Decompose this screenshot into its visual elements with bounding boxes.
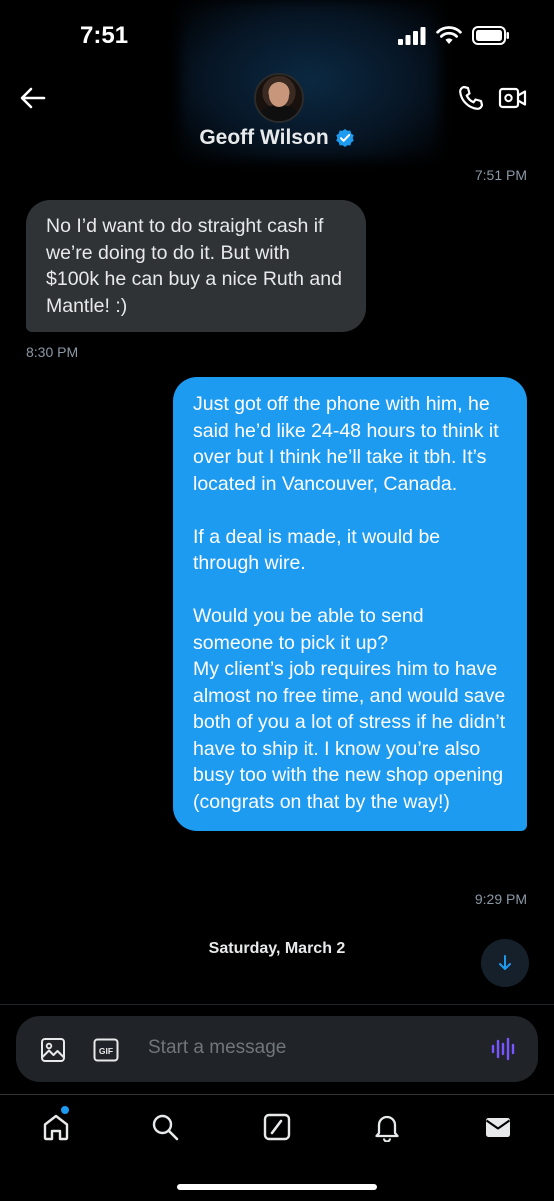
wifi-icon — [436, 26, 462, 44]
cellular-signal-icon — [398, 26, 426, 45]
tab-compose[interactable] — [261, 1111, 293, 1143]
received-message-bubble[interactable]: No I’d want to do straight cash if we’re… — [26, 200, 366, 332]
message-timestamp: 9:29 PM — [474, 891, 527, 907]
mail-icon — [485, 1118, 511, 1137]
contact-name-row[interactable]: Geoff Wilson — [0, 126, 554, 150]
voice-message-icon[interactable] — [490, 1036, 516, 1062]
tab-messages[interactable] — [482, 1111, 514, 1143]
sent-message-bubble[interactable]: Just got off the phone with him, he said… — [173, 377, 527, 831]
compose-icon — [263, 1113, 291, 1141]
verified-badge-icon — [335, 129, 354, 147]
battery-icon — [472, 26, 509, 45]
message-timestamp: 8:30 PM — [26, 344, 79, 360]
home-icon — [43, 1114, 69, 1141]
gif-label: GIF — [99, 1046, 113, 1056]
scroll-to-bottom-button[interactable] — [481, 939, 529, 987]
status-time: 7:51 — [80, 22, 129, 49]
tab-home[interactable] — [40, 1111, 72, 1143]
tab-search[interactable] — [149, 1111, 181, 1143]
search-icon — [152, 1114, 179, 1141]
phone-call-icon[interactable] — [457, 84, 485, 112]
notification-dot — [60, 1105, 70, 1115]
contact-name: Geoff Wilson — [199, 126, 329, 149]
home-indicator — [177, 1184, 377, 1190]
image-icon[interactable] — [40, 1037, 66, 1063]
bell-icon — [375, 1115, 399, 1142]
gif-icon: GIF — [93, 1038, 119, 1062]
video-call-icon[interactable] — [498, 86, 528, 110]
message-input[interactable]: Start a message — [148, 1037, 286, 1059]
arrow-down-icon — [499, 955, 511, 970]
status-bar: 7:51 — [0, 0, 554, 64]
tab-notifications[interactable] — [371, 1111, 403, 1143]
message-timestamp: 7:51 PM — [474, 167, 527, 183]
gif-button[interactable]: GIF — [93, 1038, 119, 1062]
avatar[interactable] — [254, 73, 304, 123]
date-separator: Saturday, March 2 — [208, 940, 346, 957]
message-composer[interactable]: GIF Start a message — [16, 1016, 538, 1082]
back-arrow-icon[interactable] — [18, 84, 48, 112]
